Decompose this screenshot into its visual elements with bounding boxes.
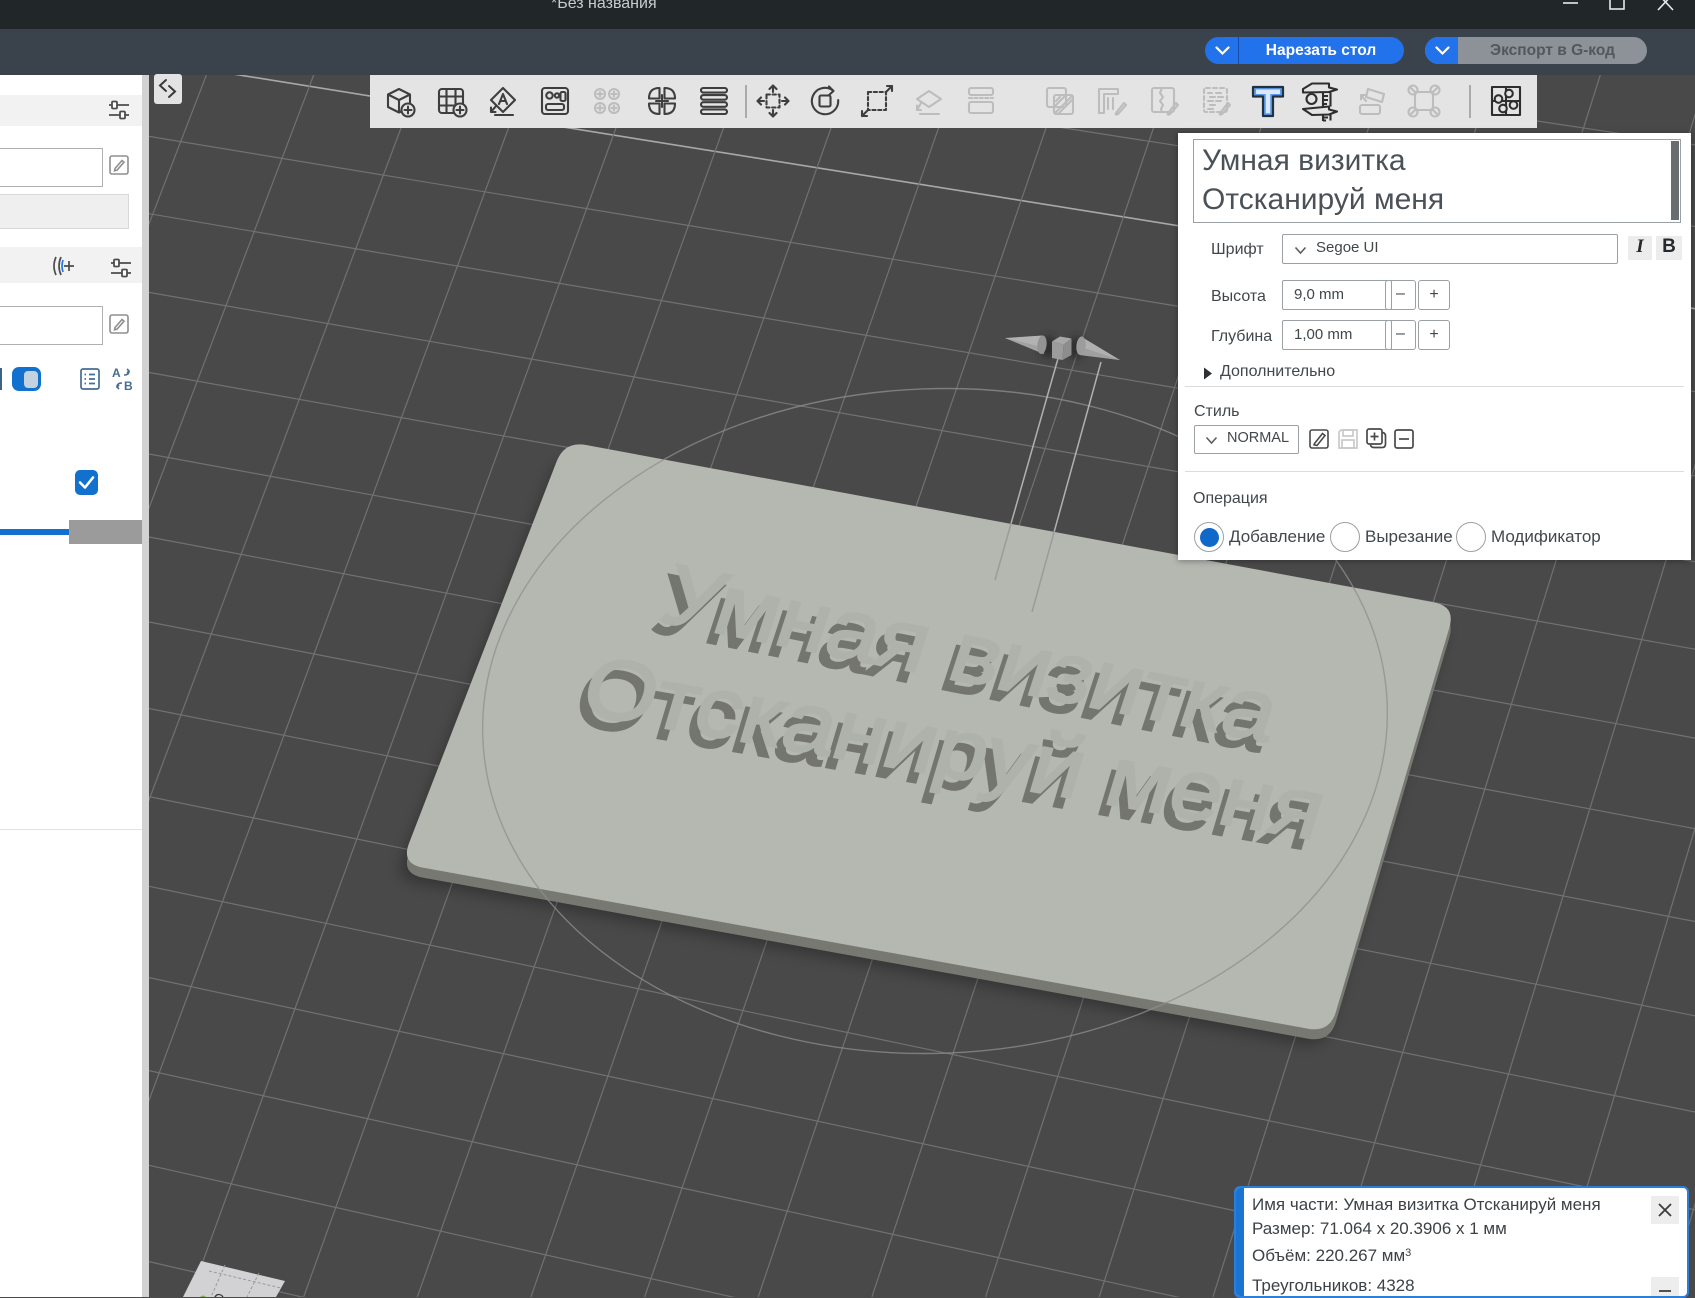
svg-text:B: B [124,379,133,392]
svg-text:A: A [112,367,121,380]
